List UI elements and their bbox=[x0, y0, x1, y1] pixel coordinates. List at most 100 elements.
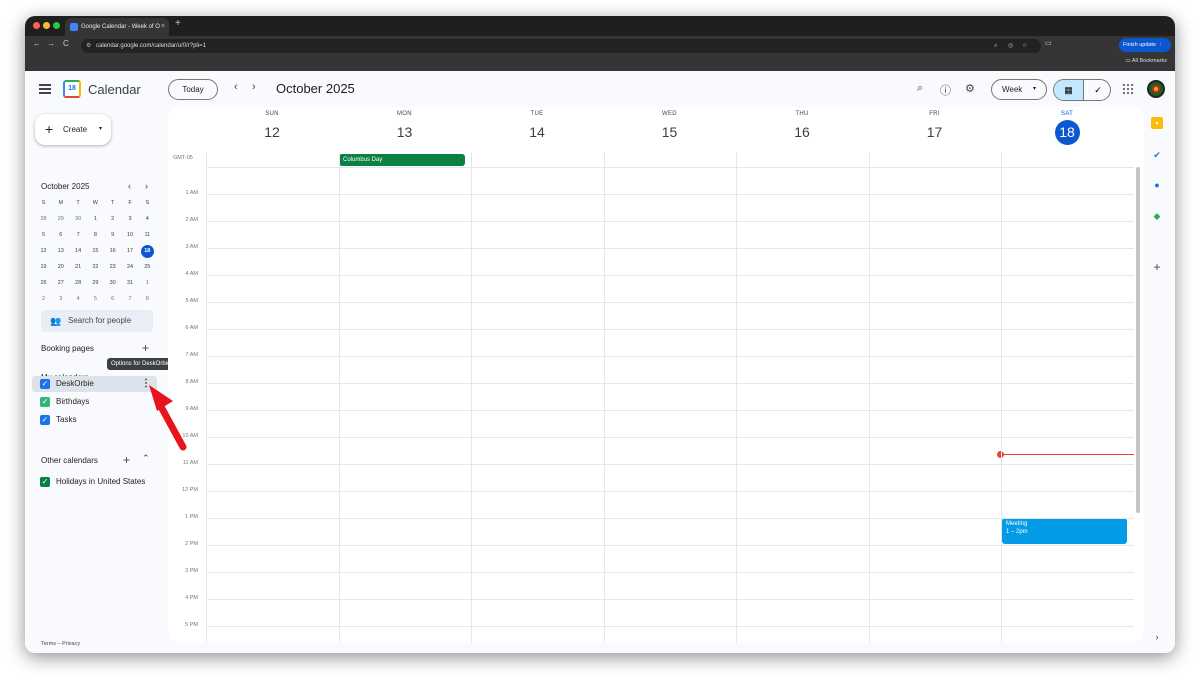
mini-day[interactable]: 4 bbox=[70, 291, 87, 307]
eye-off-icon[interactable]: ◎ bbox=[1008, 39, 1013, 53]
account-avatar[interactable] bbox=[1147, 80, 1165, 98]
bookmark-star-icon[interactable]: ☆ bbox=[1022, 39, 1027, 53]
all-bookmarks-button[interactable]: ▭ All Bookmarks bbox=[1125, 58, 1167, 64]
back-button[interactable]: ← bbox=[33, 39, 41, 48]
mini-next-month-button[interactable]: › bbox=[145, 181, 148, 191]
tab-close-icon[interactable]: × bbox=[161, 18, 165, 36]
all-day-event[interactable]: Columbus Day bbox=[339, 154, 465, 166]
app-title[interactable]: Calendar bbox=[88, 82, 141, 97]
mini-day[interactable]: 2 bbox=[104, 211, 121, 227]
mini-day[interactable]: 25 bbox=[139, 259, 156, 275]
mini-day[interactable]: 30 bbox=[70, 211, 87, 227]
maps-icon[interactable]: ◆ bbox=[1151, 210, 1163, 222]
mini-day[interactable]: 7 bbox=[70, 227, 87, 243]
other-calendars-heading[interactable]: Other calendars bbox=[41, 456, 98, 465]
day-header[interactable]: SAT 18 bbox=[1001, 111, 1133, 145]
search-icon[interactable]: ⌕ bbox=[917, 82, 923, 95]
day-number[interactable]: 13 bbox=[392, 120, 417, 145]
mini-day[interactable]: 6 bbox=[104, 291, 121, 307]
day-number[interactable]: 14 bbox=[525, 120, 550, 145]
tasks-icon[interactable]: ✔ bbox=[1151, 149, 1163, 161]
mini-day[interactable]: 18 bbox=[140, 244, 154, 258]
day-header[interactable]: FRI 17 bbox=[869, 111, 1001, 145]
url-bar[interactable]: ⚙ calendar.google.com/calendar/u/0/r?pli… bbox=[81, 39, 1041, 53]
help-icon[interactable]: ⓘ bbox=[940, 82, 951, 98]
zoom-icon[interactable]: ⌕ bbox=[994, 39, 997, 53]
mini-day[interactable]: 14 bbox=[70, 243, 87, 259]
today-button[interactable]: Today bbox=[168, 79, 218, 100]
mini-day[interactable]: 11 bbox=[139, 227, 156, 243]
mini-day[interactable]: 15 bbox=[87, 243, 104, 259]
mini-day[interactable]: 22 bbox=[87, 259, 104, 275]
day-header[interactable]: WED 15 bbox=[604, 111, 736, 145]
mini-day[interactable]: 8 bbox=[87, 227, 104, 243]
checkbox-icon[interactable]: ✓ bbox=[40, 397, 50, 407]
calendar-list-item[interactable]: ✓ Birthdays bbox=[32, 394, 157, 410]
mini-prev-month-button[interactable]: ‹ bbox=[128, 181, 131, 191]
day-header[interactable]: THU 16 bbox=[736, 111, 868, 145]
day-header[interactable]: TUE 14 bbox=[471, 111, 603, 145]
mini-day[interactable]: 4 bbox=[139, 211, 156, 227]
new-tab-button[interactable]: + bbox=[175, 18, 181, 29]
mini-day[interactable]: 3 bbox=[122, 211, 139, 227]
get-addons-icon[interactable]: + bbox=[1151, 261, 1163, 273]
checkbox-icon[interactable]: ✓ bbox=[40, 477, 50, 487]
keep-icon[interactable]: ▪ bbox=[1151, 117, 1163, 129]
day-number[interactable]: 16 bbox=[790, 120, 815, 145]
previous-week-button[interactable]: ‹ bbox=[234, 81, 238, 93]
mini-day[interactable]: 13 bbox=[52, 243, 69, 259]
mini-day[interactable]: 24 bbox=[122, 259, 139, 275]
mini-day[interactable]: 10 bbox=[122, 227, 139, 243]
google-apps-icon[interactable] bbox=[1123, 84, 1133, 94]
calendar-event[interactable]: Meeting 1 – 2pm bbox=[1002, 518, 1127, 544]
day-number[interactable]: 18 bbox=[1054, 120, 1080, 145]
mini-day[interactable]: 3 bbox=[52, 291, 69, 307]
mini-day[interactable]: 6 bbox=[52, 227, 69, 243]
mini-day[interactable]: 28 bbox=[70, 275, 87, 291]
collapse-chevron-icon[interactable]: ⌃ bbox=[142, 453, 150, 464]
day-header[interactable]: MON 13 bbox=[339, 111, 471, 145]
contacts-icon[interactable]: ● bbox=[1151, 179, 1163, 191]
mini-day[interactable]: 17 bbox=[122, 243, 139, 259]
grid-scrollbar[interactable] bbox=[1136, 167, 1140, 513]
calendar-logo-icon[interactable]: 18 bbox=[63, 80, 81, 98]
terms-privacy-link[interactable]: Terms – Privacy bbox=[41, 641, 80, 647]
mini-day[interactable]: 2 bbox=[35, 291, 52, 307]
mini-day[interactable]: 31 bbox=[122, 275, 139, 291]
calendar-list-item[interactable]: ✓ Tasks bbox=[32, 412, 157, 428]
mini-day[interactable]: 9 bbox=[104, 227, 121, 243]
maximize-window-icon[interactable] bbox=[53, 22, 60, 29]
expand-panel-icon[interactable]: › bbox=[1151, 631, 1163, 643]
mini-day[interactable]: 12 bbox=[35, 243, 52, 259]
create-button[interactable]: + Create ▾ bbox=[35, 114, 111, 145]
mini-day[interactable]: 27 bbox=[52, 275, 69, 291]
mini-day[interactable]: 1 bbox=[139, 275, 156, 291]
mini-day[interactable]: 29 bbox=[52, 211, 69, 227]
main-menu-icon[interactable] bbox=[39, 84, 51, 96]
search-for-people-input[interactable]: 👥 Search for people bbox=[41, 310, 153, 332]
booking-pages-heading[interactable]: Booking pages bbox=[41, 344, 94, 353]
mini-day[interactable]: 28 bbox=[35, 211, 52, 227]
checkbox-icon[interactable]: ✓ bbox=[40, 379, 50, 389]
calendar-view-icon[interactable]: ▦ bbox=[1054, 80, 1083, 100]
finish-update-button[interactable]: Finish update ⋮ bbox=[1119, 38, 1171, 52]
add-other-calendar-icon[interactable]: + bbox=[123, 453, 130, 467]
forward-button[interactable]: → bbox=[47, 39, 55, 48]
reload-button[interactable]: C bbox=[63, 39, 69, 48]
mini-day[interactable]: 1 bbox=[87, 211, 104, 227]
day-number[interactable]: 17 bbox=[922, 120, 947, 145]
view-selector[interactable]: Week ▾ bbox=[991, 79, 1047, 100]
site-info-icon[interactable]: ⚙ bbox=[86, 39, 91, 53]
calendar-list-item[interactable]: ✓ Holidays in United States bbox=[32, 474, 157, 490]
mini-day[interactable]: 21 bbox=[70, 259, 87, 275]
side-panel-icon[interactable]: ▭ bbox=[1045, 39, 1052, 47]
settings-gear-icon[interactable]: ⚙ bbox=[965, 82, 975, 95]
add-booking-page-icon[interactable]: + bbox=[142, 341, 149, 355]
mini-day[interactable]: 19 bbox=[35, 259, 52, 275]
checkbox-icon[interactable]: ✓ bbox=[40, 415, 50, 425]
day-number[interactable]: 12 bbox=[260, 120, 285, 145]
mini-day[interactable]: 30 bbox=[104, 275, 121, 291]
next-week-button[interactable]: › bbox=[252, 81, 256, 93]
minimize-window-icon[interactable] bbox=[43, 22, 50, 29]
mini-day[interactable]: 5 bbox=[87, 291, 104, 307]
